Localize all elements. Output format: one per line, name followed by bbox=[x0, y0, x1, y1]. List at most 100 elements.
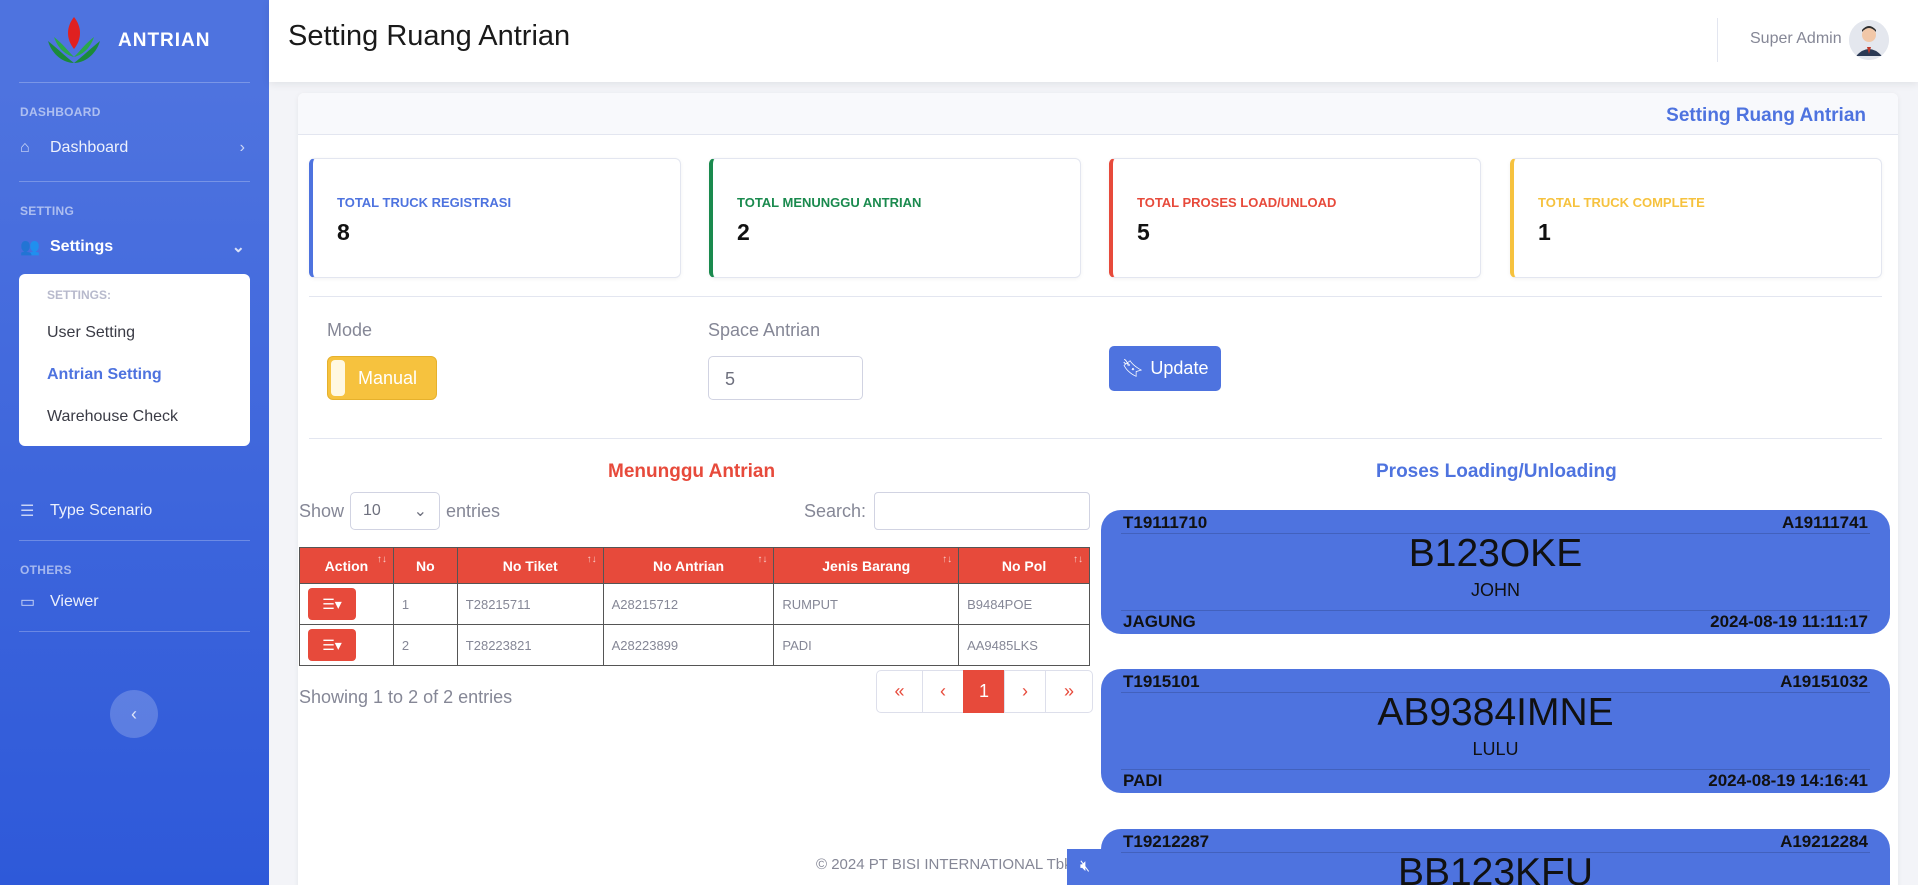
action-cell: ☰▾ bbox=[299, 624, 394, 666]
brand[interactable]: ANTRIAN bbox=[0, 0, 269, 82]
update-button[interactable]: 🔖︎ Update bbox=[1109, 346, 1221, 391]
process-card[interactable]: T19212287 A19212284 BB123KFU bbox=[1101, 829, 1890, 885]
entries-label: entries bbox=[446, 500, 501, 521]
process-card[interactable]: T1915101 A19151032 AB9384IMNE LULU PADI … bbox=[1101, 669, 1890, 793]
stat-value: 8 bbox=[337, 219, 350, 245]
process-ticket: T19111710 bbox=[1123, 513, 1208, 532]
row-action-button[interactable]: ☰▾ bbox=[308, 588, 356, 620]
table-info: Showing 1 to 2 of 2 entries bbox=[299, 687, 513, 707]
home-icon: ⌂ bbox=[20, 139, 30, 156]
sort-icon: ↑↓ bbox=[1073, 554, 1083, 565]
process-ticket: T19212287 bbox=[1123, 832, 1210, 851]
sidebar-heading-others: OTHERS bbox=[20, 563, 72, 577]
column-header-no-antrian[interactable]: No Antrian ↑↓ bbox=[602, 547, 775, 584]
cell-jenis-barang: PADI bbox=[773, 624, 960, 666]
column-label: No Antrian bbox=[652, 557, 725, 574]
stat-total-truck-registrasi: TOTAL TRUCK REGISTRASI 8 bbox=[309, 158, 681, 278]
mode-toggle[interactable]: Manual bbox=[327, 356, 437, 400]
column-header-no[interactable]: No bbox=[392, 547, 458, 584]
process-divider bbox=[1121, 769, 1870, 770]
sidebar-toggle-button[interactable]: ‹ bbox=[110, 690, 158, 738]
chevron-down-icon: ⌄ bbox=[231, 239, 245, 256]
stat-label: TOTAL TRUCK COMPLETE bbox=[1538, 195, 1705, 210]
process-plate: BB123KFU bbox=[1397, 851, 1594, 885]
mute-button[interactable]: 🔇︎ bbox=[1067, 849, 1103, 885]
sort-icon: ↑↓ bbox=[942, 554, 953, 565]
cell-no: 1 bbox=[392, 583, 458, 625]
column-label: No Pol bbox=[1001, 557, 1047, 574]
sidebar: ANTRIAN DASHBOARD ⌂ Dashboard › SETTING … bbox=[0, 0, 269, 885]
column-header-jenis-barang[interactable]: Jenis Barang ↑↓ bbox=[773, 547, 960, 584]
column-header-no-tiket[interactable]: No Tiket ↑↓ bbox=[456, 547, 604, 584]
speaker-mute-icon: 🔇︎ bbox=[1079, 858, 1091, 875]
sidebar-heading-dashboard: DASHBOARD bbox=[20, 105, 101, 119]
waiting-title: Menunggu Antrian bbox=[608, 461, 776, 482]
mode-label: Mode bbox=[327, 320, 373, 340]
column-header-no-pol[interactable]: No Pol ↑↓ bbox=[958, 547, 1090, 584]
stat-label: TOTAL PROSES LOAD/UNLOAD bbox=[1137, 195, 1337, 210]
mode-value: Manual bbox=[358, 368, 418, 388]
stat-label: TOTAL TRUCK REGISTRASI bbox=[337, 195, 512, 210]
submenu-item-warehouse-check[interactable]: Warehouse Check bbox=[19, 396, 250, 438]
cell-no-antrian: A28223899 bbox=[602, 624, 775, 666]
page-button-current[interactable]: 1 bbox=[963, 670, 1005, 713]
table-row: ☰▾ 1 T28215711 A28215712 RUMPUT B9484POE bbox=[299, 583, 1090, 625]
double-chevron-right-icon: » bbox=[1063, 681, 1074, 701]
process-card[interactable]: T19111710 A19111741 B123OKE JOHN JAGUNG … bbox=[1101, 510, 1890, 634]
user-name[interactable]: Super Admin bbox=[1750, 30, 1842, 48]
action-cell: ☰▾ bbox=[299, 583, 394, 625]
menu-icon: ☰▾ bbox=[322, 595, 342, 612]
update-button-label: Update bbox=[1150, 358, 1209, 378]
footer-copyright: © 2024 PT BISI INTERNATIONAL Tbk bbox=[816, 856, 1072, 873]
process-driver: JOHN bbox=[1471, 580, 1520, 600]
submenu-heading: SETTINGS: bbox=[47, 288, 112, 302]
divider bbox=[309, 438, 1882, 439]
next-page-button[interactable]: › bbox=[1004, 670, 1046, 713]
space-antrian-label: Space Antrian bbox=[708, 320, 821, 340]
search-input[interactable] bbox=[874, 492, 1091, 530]
space-antrian-input[interactable]: 5 bbox=[708, 356, 863, 400]
pagination: « ‹ 1 › » bbox=[876, 670, 1093, 713]
submenu-item-antrian-setting[interactable]: Antrian Setting bbox=[19, 354, 250, 396]
column-header-action[interactable]: Action ↑↓ bbox=[299, 547, 394, 584]
chevron-left-icon: ‹ bbox=[131, 703, 137, 724]
sort-icon: ↑↓ bbox=[757, 554, 768, 565]
submenu-item-user-setting[interactable]: User Setting bbox=[19, 312, 250, 354]
sidebar-item-settings[interactable]: 👥 Settings ⌄ bbox=[0, 222, 269, 272]
sidebar-item-viewer[interactable]: ▭ Viewer bbox=[0, 577, 269, 627]
show-label: Show bbox=[299, 500, 345, 521]
topbar: Setting Ruang Antrian Super Admin bbox=[269, 0, 1918, 82]
sidebar-item-type-scenario[interactable]: ☰ Type Scenario bbox=[0, 486, 269, 536]
stat-total-truck-complete: TOTAL TRUCK COMPLETE 1 bbox=[1510, 158, 1882, 278]
prev-page-button[interactable]: ‹ bbox=[922, 670, 964, 713]
table-search: Search: bbox=[804, 492, 1091, 530]
cell-jenis-barang: RUMPUT bbox=[773, 583, 960, 625]
last-page-button[interactable]: » bbox=[1045, 670, 1093, 713]
avatar-icon bbox=[1849, 20, 1889, 60]
chevron-right-icon: › bbox=[1022, 681, 1028, 701]
row-action-button[interactable]: ☰▾ bbox=[308, 629, 356, 661]
chevron-right-icon: › bbox=[239, 139, 245, 156]
cell-no-tiket: T28223821 bbox=[456, 624, 604, 666]
cell-no-tiket: T28215711 bbox=[456, 583, 604, 625]
cell-no: 2 bbox=[392, 624, 458, 666]
sidebar-divider bbox=[19, 631, 250, 632]
column-label: No bbox=[416, 557, 435, 574]
entries-select[interactable]: 10 ⌄ bbox=[350, 492, 441, 530]
process-plate: B123OKE bbox=[1408, 532, 1583, 575]
first-page-button[interactable]: « bbox=[876, 670, 923, 713]
card-header: Setting Ruang Antrian bbox=[298, 93, 1898, 135]
entries-length: Show 10 ⌄ entries bbox=[299, 492, 500, 530]
toggle-knob bbox=[331, 360, 345, 396]
cell-no-pol: AA9485LKS bbox=[958, 624, 1090, 666]
brand-name: ANTRIAN bbox=[118, 30, 211, 51]
user-cog-icon: 👥 bbox=[20, 239, 40, 256]
sidebar-item-dashboard[interactable]: ⌂ Dashboard › bbox=[0, 123, 269, 173]
list-icon: ☰ bbox=[20, 503, 35, 520]
avatar[interactable] bbox=[1849, 20, 1889, 60]
logo-icon bbox=[48, 17, 100, 63]
process-plate: AB9384IMNE bbox=[1377, 691, 1614, 734]
topbar-divider bbox=[1717, 18, 1718, 62]
sort-icon: ↑↓ bbox=[586, 554, 597, 565]
sidebar-item-label: Dashboard bbox=[50, 139, 129, 156]
